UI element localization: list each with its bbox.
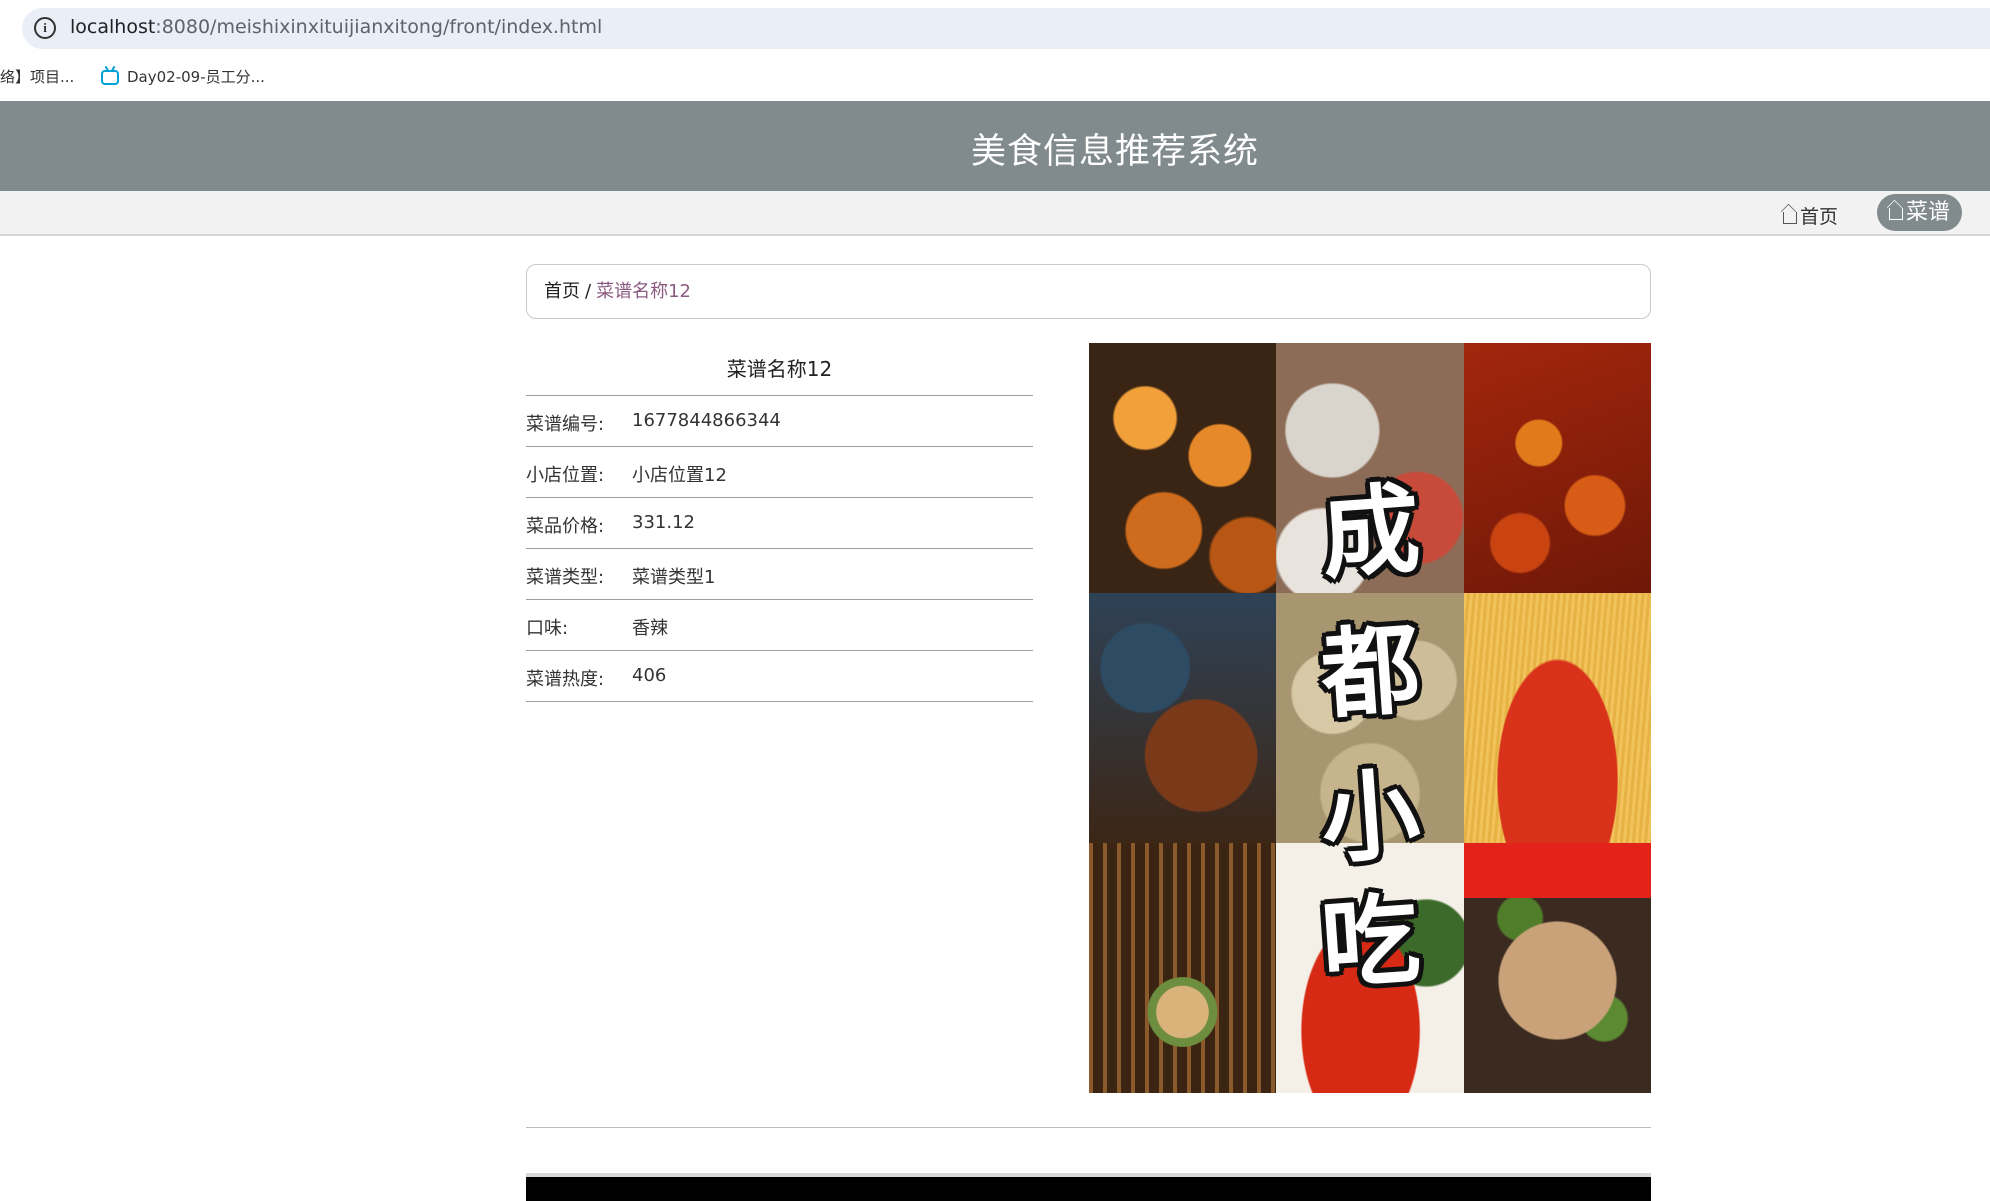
detail-row-id: 菜谱编号: 1677844866344	[526, 396, 1033, 447]
top-nav: 首页 菜谱	[0, 191, 1990, 236]
detail-value: 香辣	[632, 618, 668, 639]
detail-label: 菜谱编号:	[526, 414, 605, 435]
site-info-icon[interactable]: i	[34, 17, 56, 39]
nav-recipe[interactable]: 菜谱	[1877, 194, 1963, 231]
detail-value: 菜谱类型1	[632, 567, 716, 588]
nav-home[interactable]: 首页	[1783, 200, 1838, 234]
detail-row-location: 小店位置: 小店位置12	[526, 447, 1033, 498]
bookmarks-bar: 络】项目... Day02-09-员工分...	[0, 56, 1990, 96]
bookmark-item[interactable]: 络】项目...	[0, 66, 74, 87]
breadcrumb-current: 菜谱名称12	[596, 281, 691, 302]
nav-recipe-label: 菜谱	[1906, 200, 1951, 225]
recipe-title: 菜谱名称12	[526, 343, 1033, 396]
detail-label: 口味:	[526, 618, 569, 639]
recipe-detail: 菜谱名称12 菜谱编号: 1677844866344 小店位置: 小店位置12 …	[526, 343, 1033, 702]
url-path: :8080/meishixinxituijianxitong/front/ind…	[155, 16, 603, 38]
detail-label: 小店位置:	[526, 465, 605, 486]
home-icon	[1889, 208, 1903, 220]
bookmark-item[interactable]: Day02-09-员工分...	[101, 66, 265, 87]
section-divider	[526, 1127, 1651, 1128]
site-header: 美食信息推荐系统	[0, 101, 1990, 191]
breadcrumb: 首页 / 菜谱名称12	[526, 264, 1651, 319]
breadcrumb-home-link[interactable]: 首页	[544, 281, 580, 302]
home-icon	[1783, 212, 1797, 224]
detail-value: 406	[632, 665, 667, 686]
url-text[interactable]: localhost:8080/meishixinxituijianxitong/…	[70, 16, 602, 38]
address-bar[interactable]: i localhost:8080/meishixinxituijianxiton…	[22, 8, 1990, 49]
detail-value: 1677844866344	[632, 410, 781, 431]
bookmark-label: Day02-09-员工分...	[127, 68, 265, 86]
breadcrumb-separator: /	[585, 281, 592, 302]
url-host: localhost	[70, 16, 156, 38]
detail-row-popularity: 菜谱热度: 406	[526, 651, 1033, 702]
bilibili-tv-icon	[101, 70, 119, 85]
detail-row-taste: 口味: 香辣	[526, 600, 1033, 651]
detail-label: 菜谱热度:	[526, 669, 605, 690]
detail-row-price: 菜品价格: 331.12	[526, 498, 1033, 549]
detail-value: 小店位置12	[632, 465, 727, 486]
site-title: 美食信息推荐系统	[970, 132, 1259, 172]
nav-home-label: 首页	[1800, 206, 1839, 228]
detail-label: 菜谱类型:	[526, 567, 605, 588]
detail-value: 331.12	[632, 512, 695, 533]
recipe-image: 成 都 小 吃	[1089, 343, 1651, 1093]
bookmark-label: 络】项目...	[0, 68, 75, 86]
detail-label: 菜品价格:	[526, 516, 605, 537]
detail-row-type: 菜谱类型: 菜谱类型1	[526, 549, 1033, 600]
content-bar	[526, 1173, 1651, 1201]
